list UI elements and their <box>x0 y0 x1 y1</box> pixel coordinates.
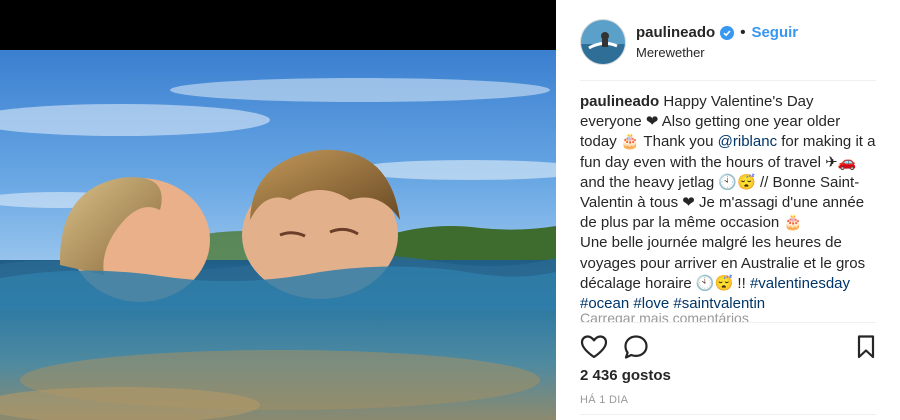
comment-bubble-icon[interactable] <box>622 333 650 361</box>
caption-line: fun day even with the hours of travel ✈🚗 <box>580 153 857 171</box>
caption-line: Happy Valentine's Day <box>663 93 814 110</box>
caption-line: décalage horaire 🕙😴 !! <box>580 274 750 292</box>
caption-line: everyone ❤ Also getting one year older <box>580 113 841 131</box>
caption-line: for making it a <box>777 133 876 151</box>
post-photo[interactable] <box>0 50 556 420</box>
post-side-panel: paulineado • Seguir Merewether paulinead… <box>556 0 900 420</box>
avatar[interactable] <box>580 19 626 65</box>
caption-line: voyages pour arriver en Australie et le … <box>580 254 866 272</box>
verified-badge-icon <box>720 25 735 40</box>
caption-line: de plus par la même occasion 🎂 <box>580 214 803 232</box>
follow-button[interactable]: Seguir <box>751 24 798 41</box>
header-text: paulineado • Seguir Merewether <box>636 24 798 60</box>
mention-link[interactable]: @riblanc <box>718 133 777 150</box>
caption-line: Valentin à tous ❤ Je m'assagi d'une anné… <box>580 194 865 212</box>
load-more-comments[interactable]: Carregar mais comentários <box>580 308 880 322</box>
caption-line: today 🎂 Thank you <box>580 133 718 151</box>
footer-divider <box>580 414 876 415</box>
post-actions <box>580 333 880 361</box>
heart-icon[interactable] <box>580 333 608 361</box>
caption-username[interactable]: paulineado <box>580 93 659 110</box>
photo-illustration <box>0 50 556 420</box>
avatar-image <box>581 20 625 64</box>
comments-divider <box>580 322 876 323</box>
header-divider <box>580 80 876 81</box>
load-more-label: Carregar mais comentários <box>580 310 749 322</box>
username-link[interactable]: paulineado <box>636 24 715 41</box>
caption-line: and the heavy jetlag 🕙😴 // Bonne Saint- <box>580 173 860 191</box>
header-line: paulineado • Seguir <box>636 24 798 41</box>
post-photo-pane <box>0 0 556 420</box>
likes-count[interactable]: 2 436 gostos <box>580 367 671 384</box>
header-dot-separator: • <box>740 24 746 41</box>
caption-line: Une belle journée malgré les heures de <box>580 234 842 252</box>
location-link[interactable]: Merewether <box>636 45 798 60</box>
post-caption: paulineado Happy Valentine's Day everyon… <box>580 92 880 314</box>
hashtag-link[interactable]: #valentinesday <box>750 275 850 292</box>
bookmark-icon[interactable] <box>852 333 880 361</box>
post-header: paulineado • Seguir Merewether <box>580 16 876 68</box>
post-timestamp[interactable]: HÁ 1 DIA <box>580 394 628 406</box>
